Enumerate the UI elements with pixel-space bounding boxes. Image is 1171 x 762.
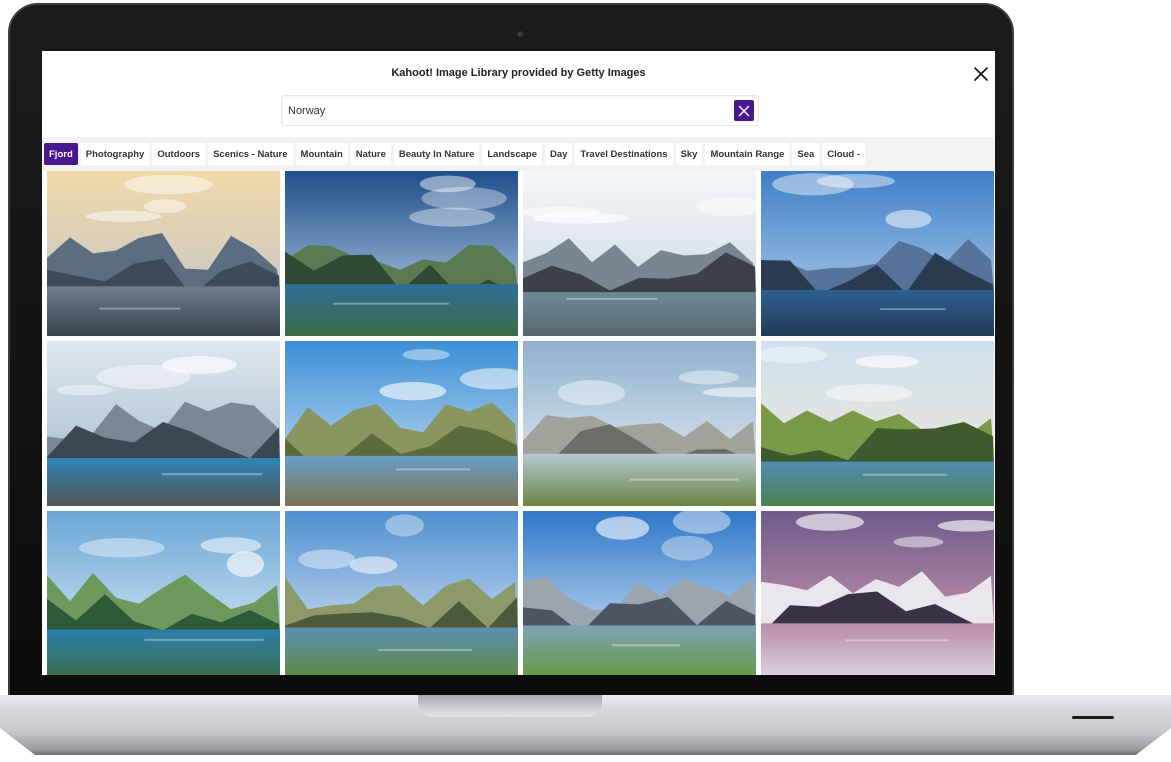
tag-sea[interactable]: Sea [792,143,820,165]
image-thumbnail-hamnoy-winter-dusk [761,511,994,675]
image-thumbnail-lofoten-rorbu-lake [285,511,518,675]
image-thumbnail-fjord-sunbeams [523,171,756,336]
close-button[interactable] [972,65,990,83]
image-tile[interactable] [523,341,756,506]
image-thumbnail-mountain-valley-clouds [523,341,756,506]
close-icon [974,67,988,81]
image-library-dialog: Kahoot! Image Library provided by Getty … [42,51,995,675]
tag-beauty-in-nature[interactable]: Beauty In Nature [393,143,480,165]
image-tile[interactable] [285,511,518,675]
tag-sky[interactable]: Sky [675,143,703,165]
tag-outdoors[interactable]: Outdoors [152,143,206,165]
image-thumbnail-reine-red-cabin [285,341,518,506]
image-thumbnail-misty-fjord-sunrise [47,171,280,336]
clear-search-icon [738,105,750,116]
tag-cloud[interactable]: Cloud - [822,143,865,165]
tag-travel-destinations[interactable]: Travel Destinations [575,143,673,165]
tag-mountain-range[interactable]: Mountain Range [705,143,790,165]
image-tile[interactable] [47,171,280,336]
tag-scenics-nature[interactable]: Scenics - Nature [208,143,293,165]
laptop-frame: Kahoot! Image Library provided by Getty … [0,0,1171,762]
image-grid [47,171,994,675]
image-thumbnail-trolltunga-cliff [47,341,280,506]
laptop-base-slot [1072,716,1114,719]
image-tile[interactable] [523,511,756,675]
image-thumbnail-peaks-green-meadow [523,511,756,675]
tag-filter-bar: Fjord Photography Outdoors Scenics - Nature… [42,137,995,171]
tag-day[interactable]: Day [545,143,573,165]
tag-landscape[interactable]: Landscape [482,143,542,165]
image-tile[interactable] [523,171,756,336]
search-box [281,95,759,126]
tag-photography[interactable]: Photography [80,143,150,165]
image-tile[interactable] [761,171,994,336]
tag-fjord[interactable]: Fjord [44,143,78,165]
clear-search-button[interactable] [734,100,754,121]
image-thumbnail-green-fjord-aerial [47,511,280,675]
image-tile[interactable] [47,341,280,506]
image-tile[interactable] [47,511,280,675]
image-thumbnail-lofoten-peaks-lake [761,171,994,336]
camera-icon [517,31,524,38]
image-tile[interactable] [285,171,518,336]
image-thumbnail-geirangerfjord-valley [761,341,994,506]
tag-nature[interactable]: Nature [350,143,391,165]
image-tile[interactable] [761,341,994,506]
dialog-title: Kahoot! Image Library provided by Getty … [391,67,646,79]
image-thumbnail-lofoten-village-aerial [285,171,518,336]
tag-mountain[interactable]: Mountain [295,143,348,165]
image-tile[interactable] [761,511,994,675]
image-tile[interactable] [285,341,518,506]
search-input[interactable] [282,96,732,125]
laptop-lid-notch [418,695,602,717]
